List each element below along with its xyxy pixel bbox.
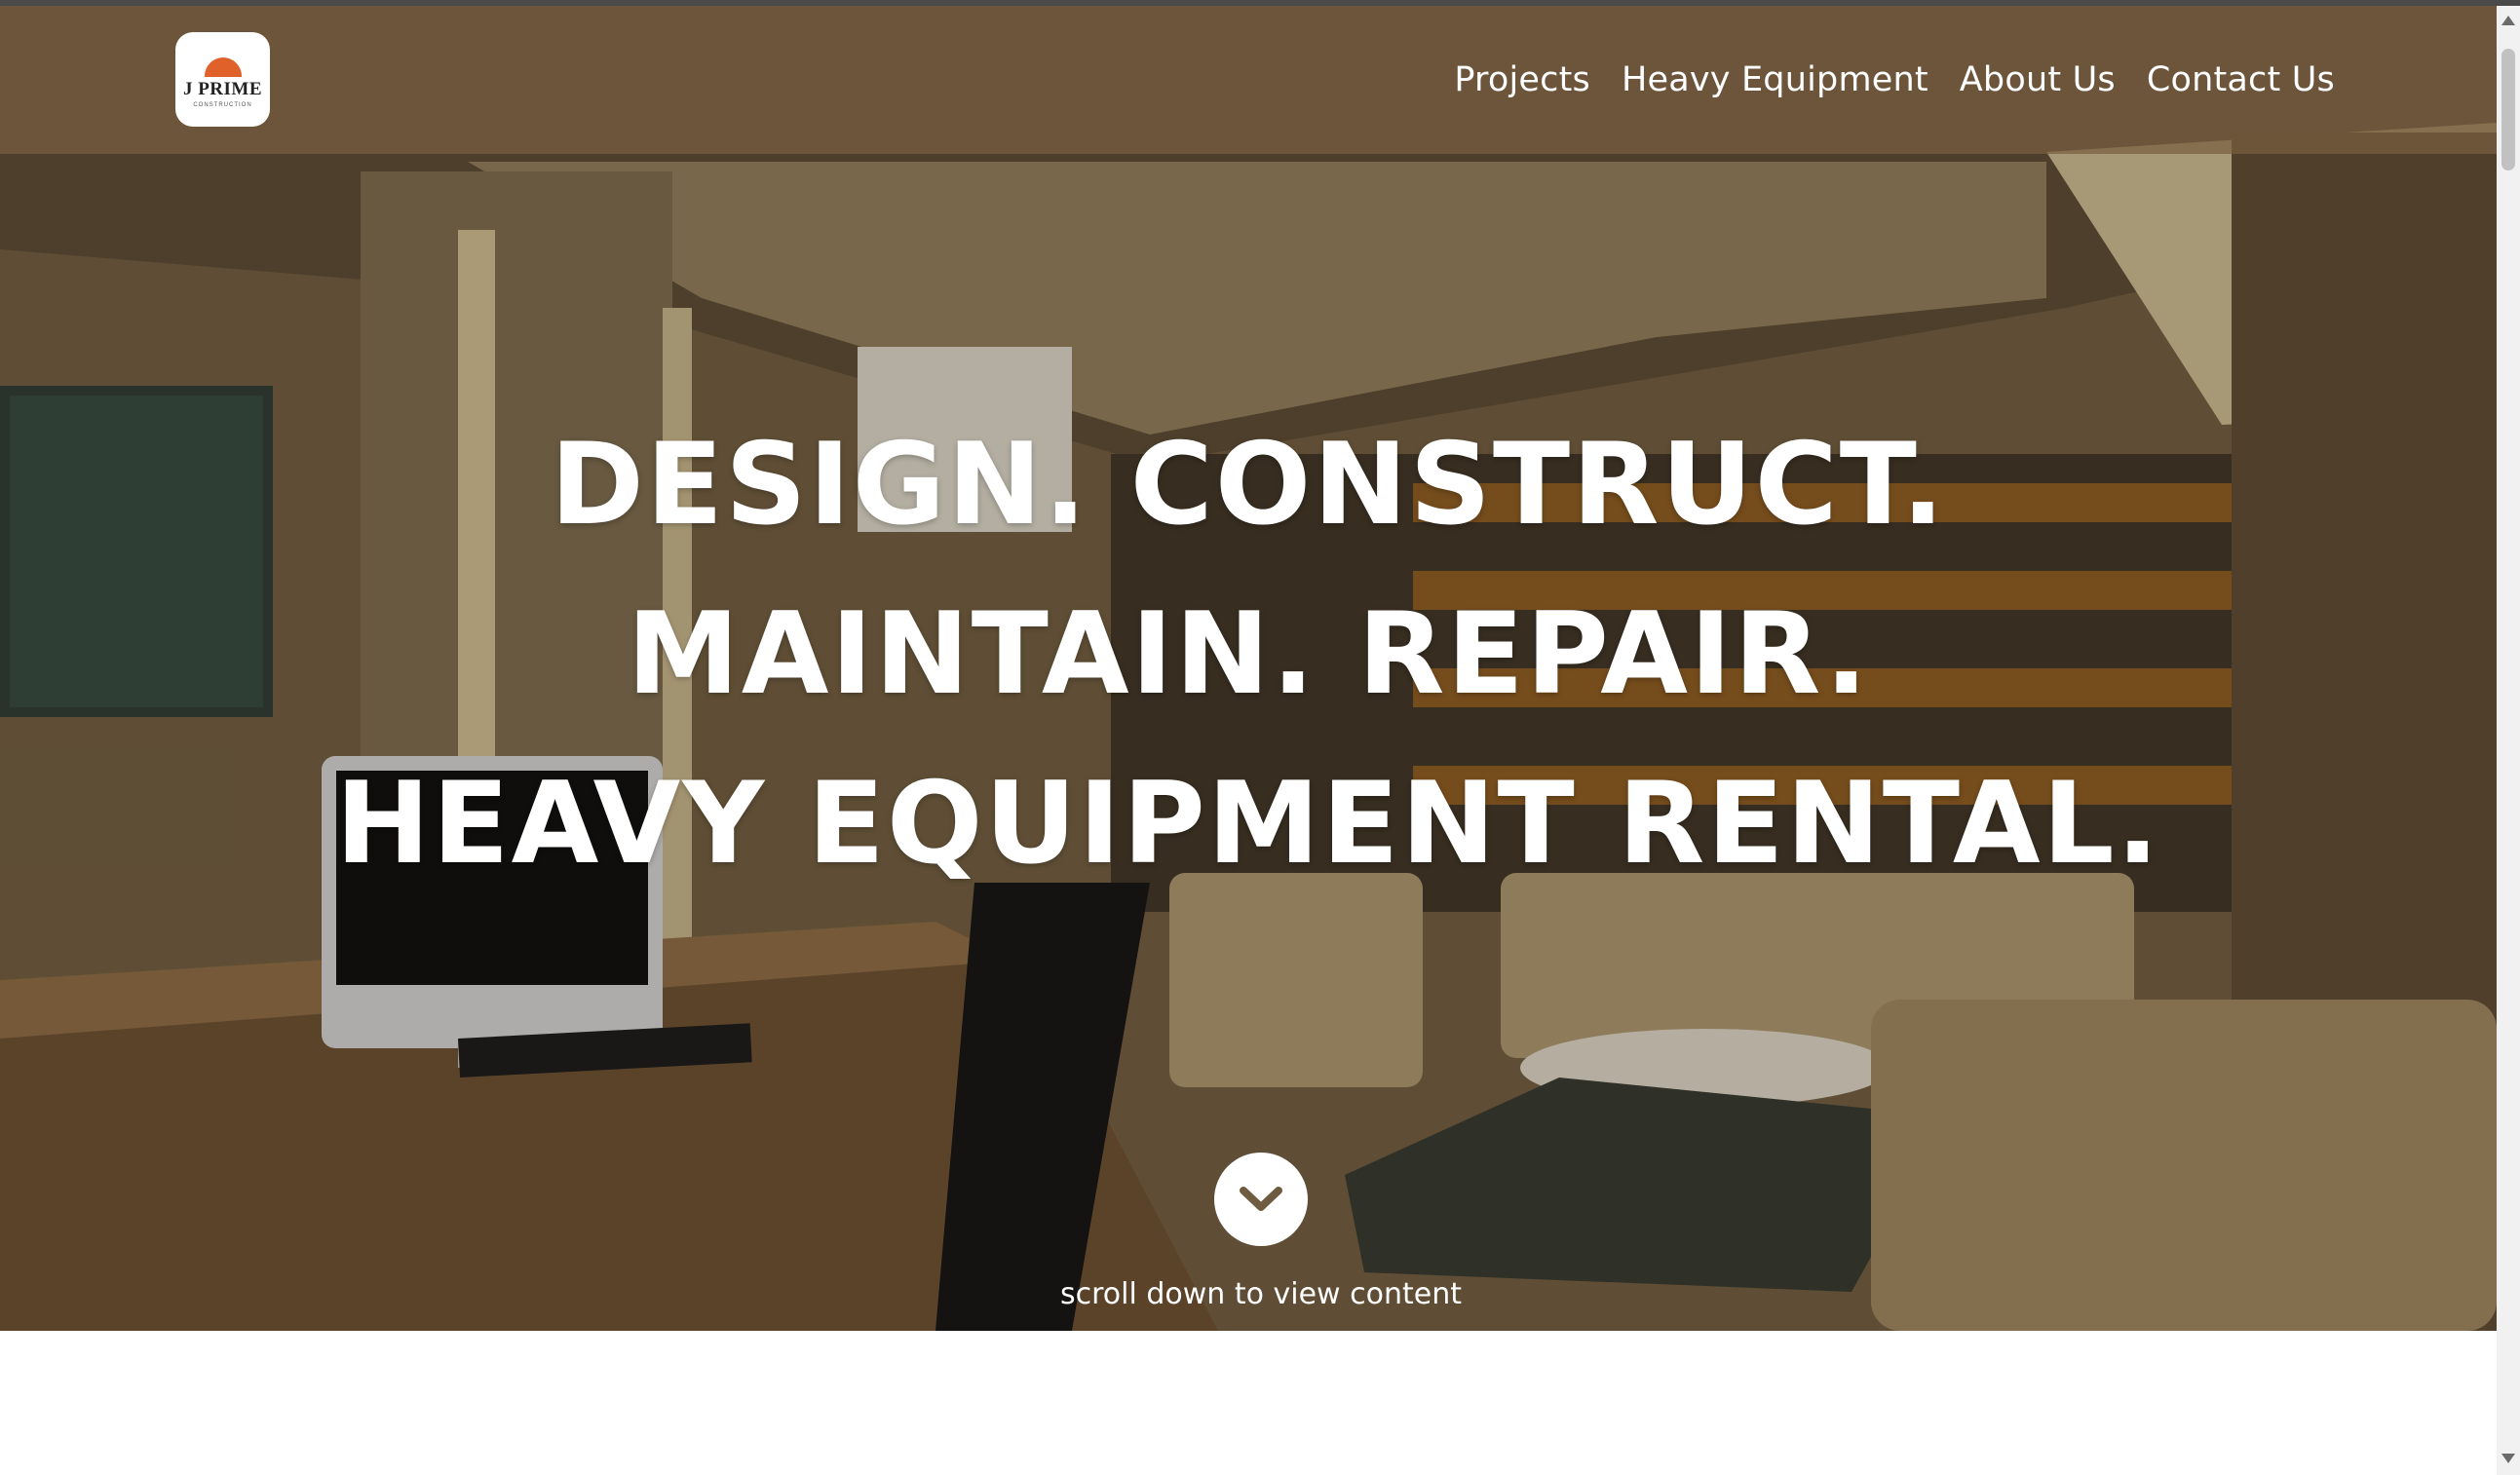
logo-wordmark: J PRIME [182, 78, 263, 99]
main-nav: Projects Heavy Equipment About Us Contac… [1454, 60, 2335, 99]
hero-section: J PRIME CONSTRUCTION Projects Heavy Equi… [0, 6, 2497, 1331]
scroll-down-button[interactable] [1214, 1153, 1308, 1246]
logo-arc-icon [204, 57, 242, 77]
hero-headline: DESIGN. CONSTRUCT. MAINTAIN. REPAIR. HEA… [0, 400, 2497, 909]
hero-headline-line-2: MAINTAIN. REPAIR. [627, 588, 1870, 720]
nav-link-contact-us[interactable]: Contact Us [2147, 60, 2335, 99]
content-area-below-hero [0, 1331, 2497, 1475]
nav-link-heavy-equipment[interactable]: Heavy Equipment [1622, 60, 1928, 99]
scroll-down-arrow-icon[interactable] [2501, 1454, 2515, 1463]
scroll-hint-text: scroll down to view content [1060, 1277, 1462, 1311]
hero-headline-line-1: DESIGN. CONSTRUCT. [550, 419, 1947, 550]
hero-headline-line-3: HEAVY EQUIPMENT RENTAL. [335, 758, 2161, 889]
chevron-down-icon [1240, 1187, 1282, 1211]
scroll-up-arrow-icon[interactable] [2501, 16, 2515, 25]
logo-tagline: CONSTRUCTION [193, 101, 252, 108]
scrollbar-thumb[interactable] [2501, 49, 2515, 170]
top-navbar: J PRIME CONSTRUCTION Projects Heavy Equi… [0, 6, 2497, 154]
nav-link-projects[interactable]: Projects [1454, 60, 1590, 99]
company-logo[interactable]: J PRIME CONSTRUCTION [175, 32, 270, 127]
page-scrollbar[interactable] [2497, 6, 2520, 1475]
nav-link-about-us[interactable]: About Us [1960, 60, 2116, 99]
